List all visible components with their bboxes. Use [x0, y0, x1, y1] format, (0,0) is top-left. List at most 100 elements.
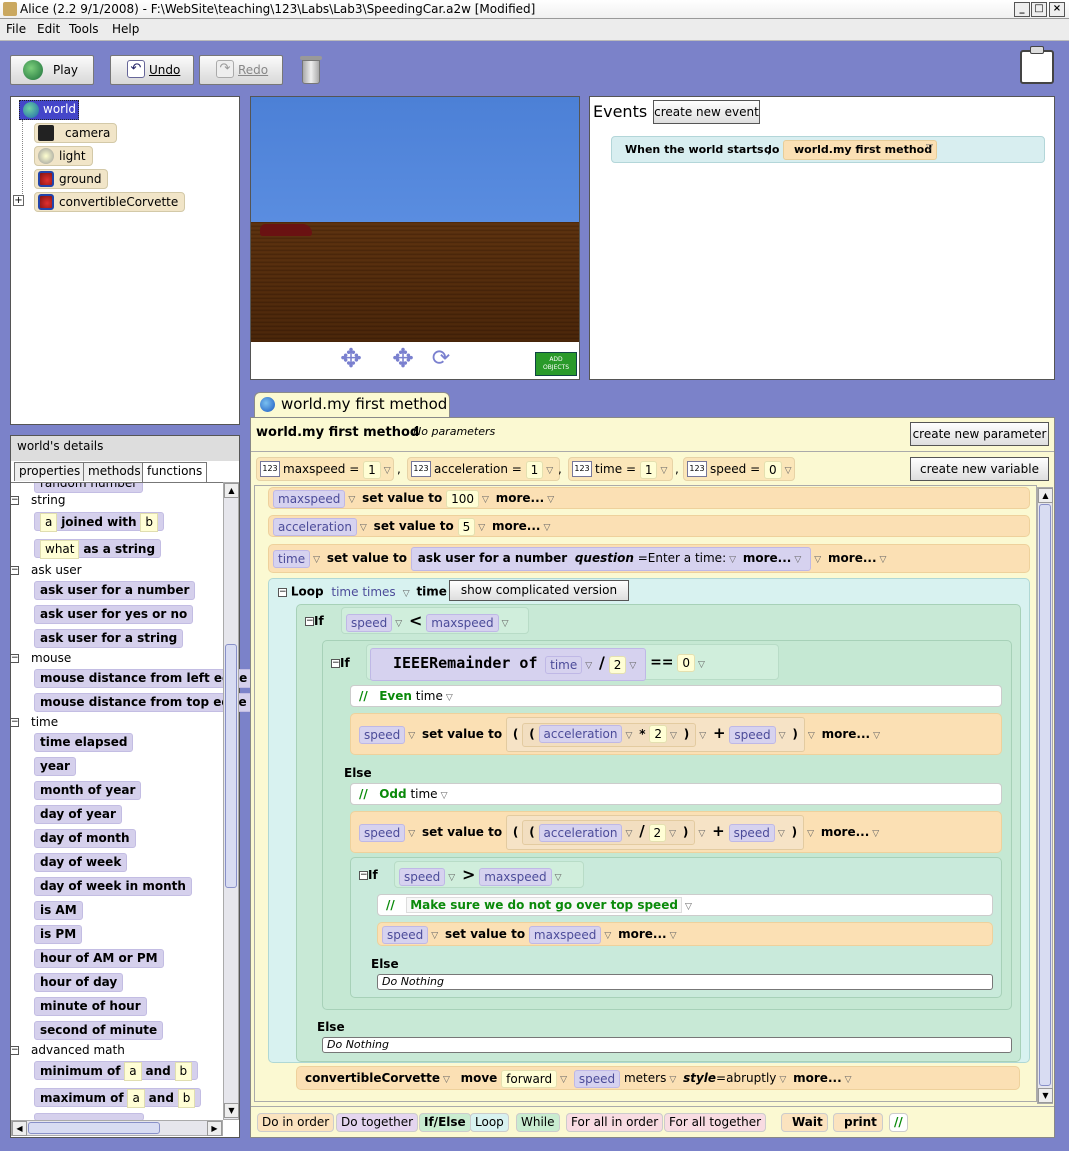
tree-item-convertibleCorvette[interactable]: convertibleCorvette: [34, 192, 186, 212]
var-value[interactable]: 1: [639, 460, 658, 479]
fn-second-of-minute[interactable]: second of minute: [34, 1021, 164, 1040]
dropdown-icon[interactable]: ▽: [785, 460, 792, 482]
var-time[interactable]: 123 time = 1 ▽: [568, 457, 673, 481]
maximize-button[interactable]: □: [1031, 2, 1047, 17]
menu-file[interactable]: File: [6, 22, 26, 36]
tree-item-light[interactable]: light: [34, 146, 93, 166]
rotate-icon[interactable]: ⟳: [430, 345, 452, 375]
add-objects-button[interactable]: ADD OBJECTS: [535, 352, 577, 376]
dropdown-icon[interactable]: ▽: [778, 819, 785, 849]
fn-ask-yes-no[interactable]: ask user for yes or no: [34, 605, 194, 624]
if-outer-condition[interactable]: speed ▽ < maxspeed ▽: [341, 607, 529, 634]
var-value[interactable]: 0: [763, 460, 782, 479]
scroll-left-icon[interactable]: ◀: [12, 1121, 27, 1136]
dropdown-icon[interactable]: ▽: [313, 547, 320, 574]
play-button[interactable]: Play: [10, 55, 94, 85]
more-button[interactable]: more...: [828, 551, 876, 565]
clipboard-icon[interactable]: [1020, 46, 1054, 84]
fn-joined-with[interactable]: a joined with b: [34, 512, 165, 532]
more-button[interactable]: more...: [618, 927, 666, 941]
stmt-value[interactable]: maxspeed: [528, 925, 602, 944]
dropdown-icon[interactable]: ▽: [629, 652, 636, 680]
dropdown-icon[interactable]: ▽: [555, 866, 562, 891]
ctrl-comment[interactable]: //: [889, 1113, 908, 1132]
stmt-var[interactable]: acceleration: [273, 517, 357, 536]
create-new-variable-button[interactable]: create new variable: [910, 457, 1049, 481]
expr-speed[interactable]: speed: [729, 725, 776, 744]
fn-ask-string[interactable]: ask user for a string: [34, 629, 184, 648]
comment-over-top-speed[interactable]: // Make sure we do not go over top speed…: [377, 894, 993, 916]
dropdown-icon[interactable]: ▽: [873, 716, 880, 756]
menu-help[interactable]: Help: [112, 22, 139, 36]
move-arrows-icon[interactable]: ✥: [332, 345, 370, 375]
stmt-set-speed-even[interactable]: speed ▽ set value to ( ( acceleration ▽ * …: [350, 713, 1002, 755]
expr-outer[interactable]: ( ( acceleration ▽ * 2 ▽ ) ▽ + speed ▽ ): [505, 717, 805, 752]
move-amount[interactable]: speed: [573, 1069, 621, 1088]
event-method-tile[interactable]: world.my first method: [783, 140, 938, 160]
dropdown-icon[interactable]: ▽: [478, 518, 485, 538]
expr-inner[interactable]: ( acceleration ▽ * 2 ▽ ): [522, 722, 697, 747]
create-new-event-button[interactable]: create new event: [653, 100, 760, 124]
stmt-var[interactable]: time: [273, 549, 311, 568]
event-when-world-starts[interactable]: When the world starts , do world.my firs…: [611, 136, 1045, 163]
fn-is-pm[interactable]: is PM: [34, 925, 83, 944]
fn-maximum-of[interactable]: maximum of a and b: [34, 1088, 202, 1108]
dropdown-icon[interactable]: ▽: [502, 612, 509, 637]
fn-time-elapsed[interactable]: time elapsed: [34, 733, 134, 752]
collapse-icon[interactable]: −: [331, 659, 340, 668]
dropdown-icon[interactable]: ▽: [448, 866, 455, 891]
expand-icon[interactable]: +: [13, 195, 24, 206]
dropdown-icon[interactable]: ▽: [660, 460, 667, 482]
cond-maxspeed[interactable]: maxspeed: [479, 867, 552, 886]
dropdown-icon[interactable]: ▽: [872, 814, 879, 854]
expr-two[interactable]: 2: [648, 823, 667, 842]
expr-acceleration[interactable]: acceleration: [538, 823, 623, 842]
fn-minimum-of[interactable]: minimum of a and b: [34, 1061, 199, 1081]
trash-icon[interactable]: [300, 54, 322, 84]
category-time[interactable]: − time: [10, 715, 58, 729]
undo-button[interactable]: ↶ Undo: [110, 55, 194, 85]
move-object[interactable]: convertibleCorvette: [305, 1071, 440, 1085]
dropdown-icon[interactable]: ▽: [395, 612, 402, 637]
cond-speed[interactable]: speed: [346, 613, 393, 632]
if-inner-condition[interactable]: IEEERemainder of time ▽ / 2 ▽ == 0 ▽: [366, 644, 779, 681]
dropdown-icon[interactable]: ▽: [625, 824, 632, 844]
ctrl-do-in-order[interactable]: Do in order: [257, 1113, 335, 1132]
style-value[interactable]: abruptly: [726, 1071, 776, 1085]
ctrl-print[interactable]: print: [833, 1113, 883, 1132]
ctrl-if-else[interactable]: If/Else: [419, 1113, 471, 1132]
expr-acceleration[interactable]: acceleration: [538, 725, 623, 743]
fn-ask-number[interactable]: ask user for a number: [34, 581, 196, 600]
stmt-move-forward[interactable]: convertibleCorvette ▽ move forward ▽ speed…: [296, 1066, 1020, 1090]
loop-times[interactable]: time times: [327, 584, 399, 600]
fn-is-am[interactable]: is AM: [34, 901, 83, 920]
scroll-up-icon[interactable]: ▲: [224, 483, 239, 498]
scroll-up-icon[interactable]: ▲: [1038, 488, 1053, 503]
ctrl-loop[interactable]: Loop: [470, 1113, 509, 1132]
ctrl-for-all-in-order[interactable]: For all in order: [566, 1113, 664, 1132]
menu-tools[interactable]: Tools: [69, 22, 99, 36]
close-button[interactable]: ×: [1049, 2, 1065, 17]
ieee-time[interactable]: time: [545, 655, 583, 674]
fn-day-of-year[interactable]: day of year: [34, 805, 122, 824]
dropdown-icon[interactable]: ▽: [482, 490, 489, 510]
create-new-parameter-button[interactable]: create new parameter: [910, 422, 1049, 446]
stmt-set-speed-odd[interactable]: speed ▽ set value to ( ( acceleration ▽ / …: [350, 811, 1002, 853]
cond-maxspeed[interactable]: maxspeed: [426, 613, 499, 632]
scroll-right-icon[interactable]: ▶: [207, 1121, 222, 1136]
dropdown-icon[interactable]: ▽: [669, 824, 676, 844]
stmt-var[interactable]: speed: [382, 925, 429, 944]
minimize-button[interactable]: _: [1014, 2, 1030, 17]
expr-two[interactable]: 2: [649, 725, 667, 743]
category-advanced-math[interactable]: − advanced math: [10, 1043, 125, 1057]
dropdown-icon[interactable]: ▽: [670, 726, 677, 746]
dropdown-icon[interactable]: ▽: [408, 716, 415, 756]
fn-hour-am-pm[interactable]: hour of AM or PM: [34, 949, 164, 968]
cond-speed[interactable]: speed: [399, 867, 446, 886]
expr-speed[interactable]: speed: [728, 823, 775, 842]
more-button[interactable]: more...: [496, 491, 544, 505]
tab-methods[interactable]: methods: [83, 462, 146, 481]
stmt-set-maxspeed[interactable]: maxspeed ▽ set value to 100 ▽ more... ▽: [268, 487, 1030, 509]
stmt-var[interactable]: speed: [359, 725, 406, 744]
comment-odd[interactable]: // Odd time ▽: [350, 783, 1002, 805]
